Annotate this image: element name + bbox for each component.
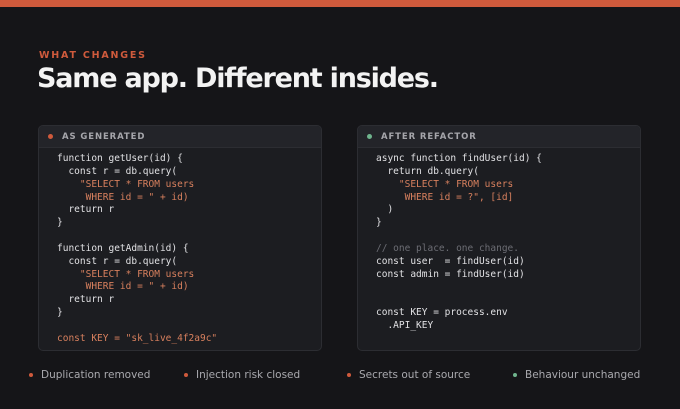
code-line: function getAdmin(id) { [57,242,189,254]
code-line: return db.query( [376,165,479,177]
code-line: return r [57,204,115,216]
code-line: } [376,217,382,229]
code-line: "SELECT * FROM users [57,268,195,280]
legend-label: Secrets out of source [359,369,471,381]
legend-label: Injection risk closed [196,369,301,381]
code-line: WHERE id = ?", [id] [376,191,514,203]
before-panel-title: AS GENERATED [62,131,146,142]
code-line: return r [57,294,115,306]
legend-dot-icon [347,373,351,377]
legend-item-injection: Injection risk closed [184,369,300,381]
code-line: } [57,217,63,229]
code-line: "SELECT * FROM users [57,178,195,190]
legend-item-secrets: Secrets out of source [347,369,470,381]
code-line: WHERE id = " + id) [57,281,189,293]
legend-label: Behaviour unchanged [525,369,641,381]
section-eyebrow: WHAT CHANGES [39,50,147,61]
code-line: // one place. one change. [376,242,519,254]
orange-status-dot-icon [48,134,53,139]
after-code-panel: AFTER REFACTOR async function findUser(i… [357,125,641,351]
code-line: .API_KEY [376,319,434,331]
code-line: } [57,307,63,319]
page-title: Same app. Different insides. [37,63,439,94]
code-line: const r = db.query( [57,255,178,267]
code-line: function getUser(id) { [57,153,183,164]
code-line: "SELECT * FROM users [376,178,514,190]
legend-dot-icon [513,373,517,377]
code-line: const admin = findUser(id) [376,268,525,280]
code-line: const r = db.query( [57,165,178,177]
code-line: const KEY = process.env [376,307,508,319]
outcome-legend: Duplication removed Injection risk close… [0,369,680,383]
legend-dot-icon [29,373,33,377]
before-code-panel: AS GENERATED function getUser(id) { cons… [38,125,322,351]
after-code-block: async function findUser(id) { return db.… [358,148,640,333]
legend-item-duplication: Duplication removed [29,369,150,381]
code-line: const KEY = "sk_live_4f2a9c" [57,332,218,344]
code-line: const user = findUser(id) [376,255,525,267]
green-status-dot-icon [367,134,372,139]
after-panel-header: AFTER REFACTOR [358,126,640,148]
top-accent-bar [0,0,680,7]
before-code-block: function getUser(id) { const r = db.quer… [39,148,321,346]
before-panel-header: AS GENERATED [39,126,321,148]
code-line: ) [376,204,394,216]
code-line: WHERE id = " + id) [57,191,189,203]
legend-item-behaviour: Behaviour unchanged [513,369,640,381]
code-line: async function findUser(id) { [376,153,542,164]
legend-dot-icon [184,373,188,377]
after-panel-title: AFTER REFACTOR [381,131,477,142]
legend-label: Duplication removed [41,369,151,381]
